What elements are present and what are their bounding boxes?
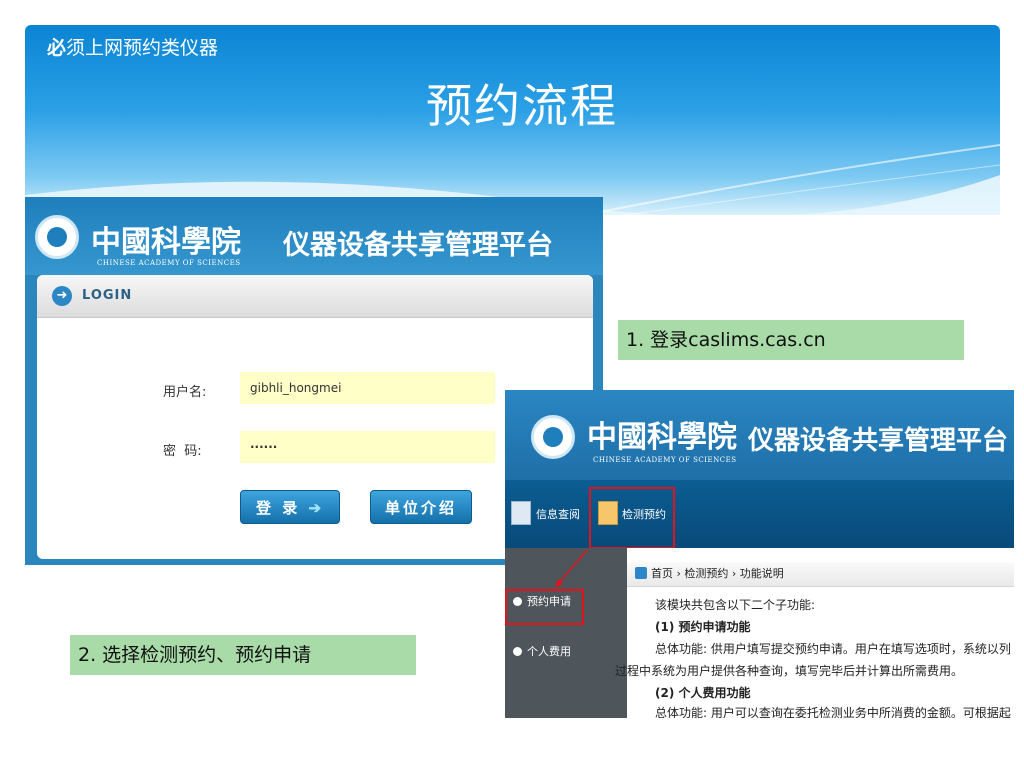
- section2-text: 总体功能: 用户可以查询在委托检测业务中所消费的金额。可根据起: [655, 706, 1011, 718]
- unit-intro-button[interactable]: 单位介绍: [370, 490, 472, 524]
- login-banner: 中國科學院 CHINESE ACADEMY OF SCIENCES 仪器设备共享…: [25, 197, 603, 275]
- cas-logo-text: 中國科學院: [91, 225, 241, 260]
- platform-name: 仪器设备共享管理平台: [283, 230, 553, 261]
- step2-callout: 2. 选择检测预约、预约申请: [70, 635, 416, 675]
- login-button[interactable]: 登 录 ➔: [240, 490, 340, 524]
- right-arrow-icon: ➔: [308, 499, 325, 517]
- home-arrow-icon: [635, 567, 647, 579]
- username-label: 用户名:: [163, 385, 207, 400]
- step1-callout: 1. 登录caslims.cas.cn: [618, 320, 964, 360]
- breadcrumb: 首页 › 检测预约 › 功能说明: [627, 562, 1014, 587]
- password-label: 密 码:: [163, 444, 202, 459]
- section2-title: (2) 个人费用功能: [655, 686, 751, 700]
- login-title-bar: ➜ LOGIN: [37, 275, 593, 318]
- slide-title: 预约流程: [426, 79, 618, 133]
- login-arrow-icon: ➜: [52, 286, 72, 306]
- login-title: LOGIN: [82, 288, 133, 303]
- section1-text: 总体功能: 供用户填写提交预约申请。用户在填写选项时，系统以列: [655, 642, 1011, 656]
- content-intro: 该模块共包含以下二个子功能:: [655, 598, 816, 612]
- username-input[interactable]: [240, 372, 495, 404]
- booking-content: 首页 › 检测预约 › 功能说明 该模块共包含以下二个子功能: (1) 预约申请…: [615, 548, 1014, 718]
- section1-title: (1) 预约申请功能: [655, 620, 751, 634]
- booking-screenshot: 中國科學院 CHINESE ACADEMY OF SCIENCES 仪器设备共享…: [505, 390, 1014, 718]
- password-input[interactable]: ······: [240, 431, 495, 463]
- cas-english-name: CHINESE ACADEMY OF SCIENCES: [97, 259, 241, 267]
- cas-emblem-icon: [35, 215, 79, 259]
- section1-text2: 过程中系统为用户提供各种查询，填写完毕后并计算出所需费用。: [615, 664, 964, 678]
- slide-subtitle: 必须上网预约类仪器: [47, 37, 219, 59]
